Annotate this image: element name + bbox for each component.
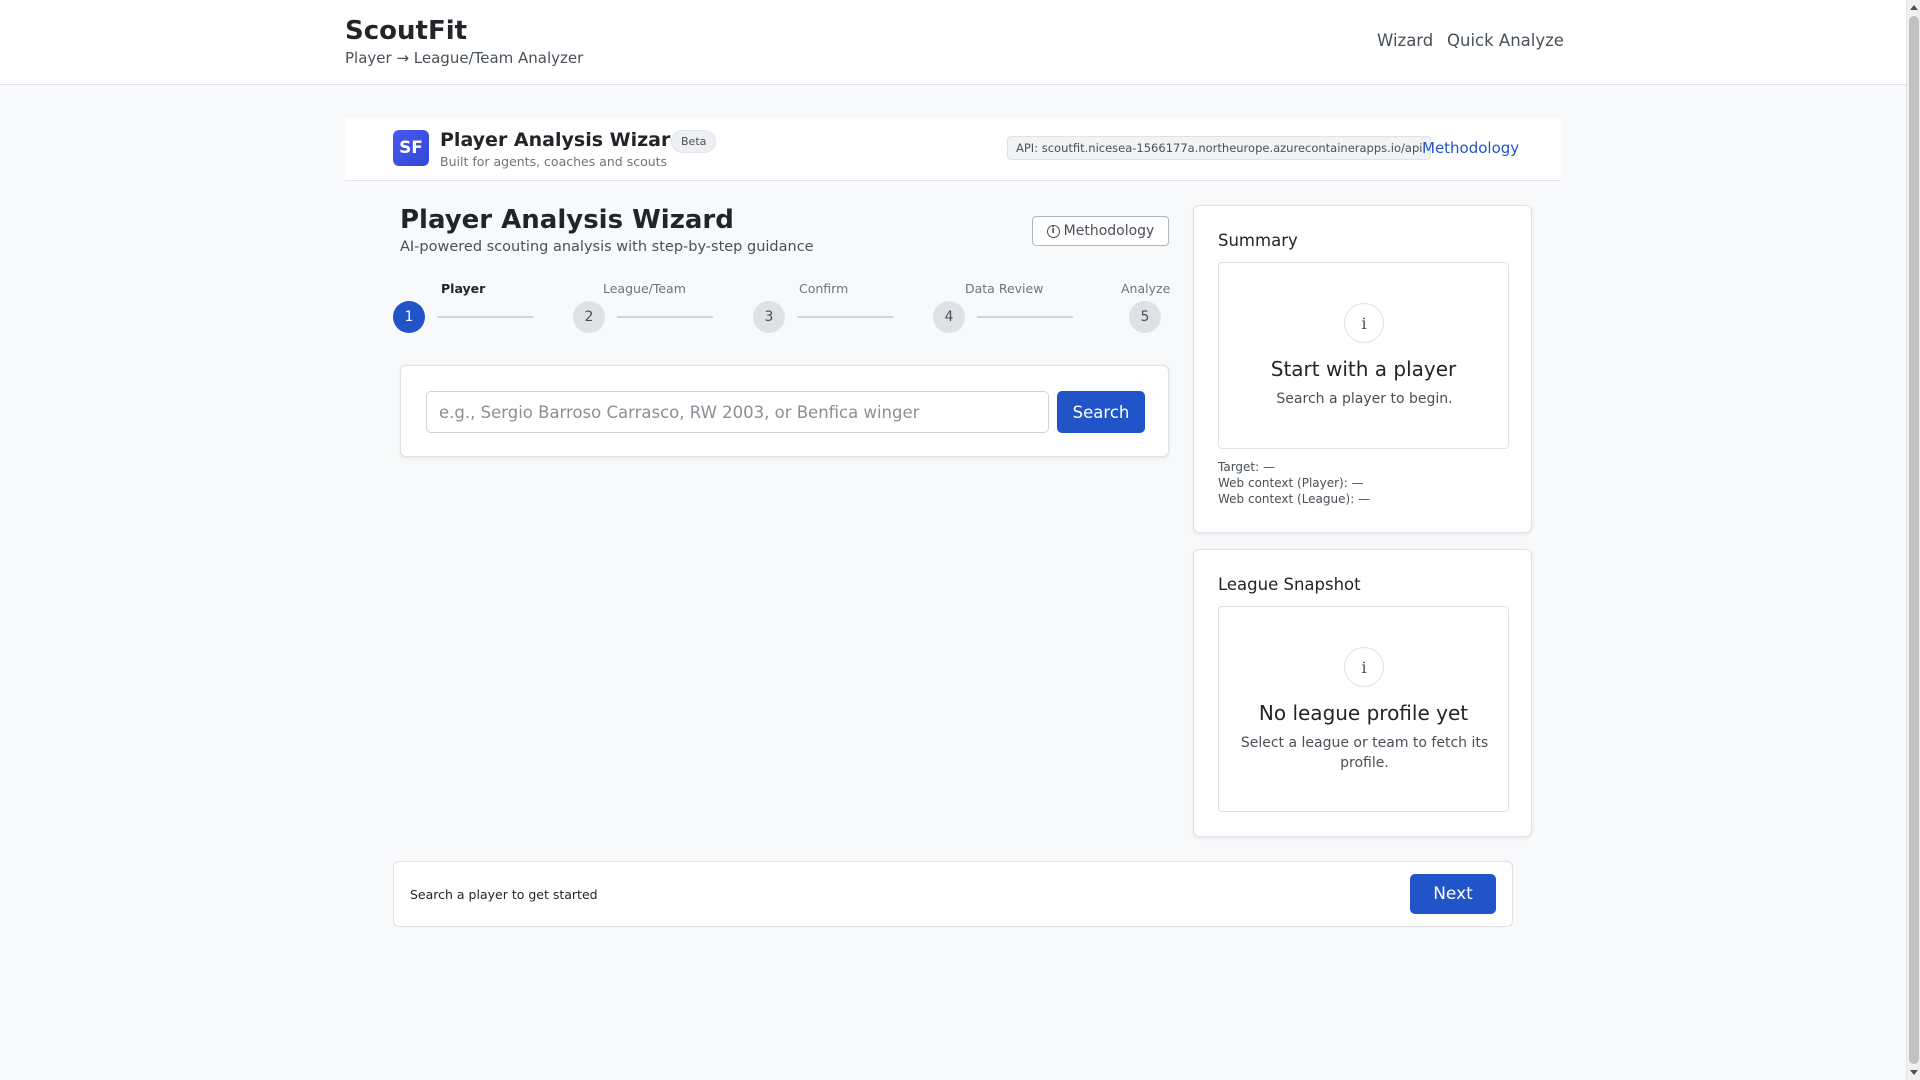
summary-title: Summary (1218, 231, 1298, 250)
wizard-footer-bar: Search a player to get started Next (393, 861, 1513, 927)
info-icon: i (1046, 224, 1060, 238)
summary-empty-description: Search a player to begin. (1276, 391, 1453, 407)
summary-web-context-league: Web context (League): — (1218, 492, 1371, 506)
step-label-player: Player (441, 281, 486, 296)
step-connector (437, 316, 533, 318)
wizard-header: SF Player Analysis Wizard Beta Built for… (345, 118, 1561, 181)
step-label-data-review: Data Review (965, 281, 1044, 296)
wizard-header-subtitle: Built for agents, coaches and scouts (440, 154, 668, 169)
league-snapshot-card: League Snapshot i No league profile yet … (1193, 549, 1532, 837)
league-empty-title: No league profile yet (1258, 701, 1469, 725)
player-search-card: Search (400, 365, 1169, 457)
wizard-header-title: Player Analysis Wizard (440, 129, 684, 151)
page-scrollbar[interactable] (1906, 0, 1920, 1080)
step-label-league-team: League/Team (603, 281, 686, 296)
page-title: Player Analysis Wizard (400, 205, 734, 235)
step-label-analyze: Analyze (1121, 281, 1171, 296)
scroll-up-arrow-icon[interactable] (1910, 5, 1918, 10)
step-connector (617, 316, 713, 318)
methodology-link[interactable]: Methodology (1422, 139, 1519, 157)
search-button[interactable]: Search (1057, 391, 1145, 433)
brand-title[interactable]: ScoutFit (345, 16, 467, 46)
summary-web-context-player: Web context (Player): — (1218, 476, 1364, 490)
step-1-circle[interactable]: 1 (393, 301, 425, 333)
page-subtitle: AI-powered scouting analysis with step-b… (400, 239, 814, 255)
methodology-button-label: Methodology (1063, 223, 1155, 239)
player-search-input[interactable] (426, 391, 1049, 433)
summary-empty-state: i Start with a player Search a player to… (1218, 262, 1509, 449)
step-2-circle[interactable]: 2 (573, 301, 605, 333)
api-endpoint-badge: API: scoutfit.nicesea-1566177a.northeuro… (1007, 136, 1432, 160)
summary-target: Target: — (1218, 460, 1275, 474)
brand-tagline: Player → League/Team Analyzer (345, 49, 584, 67)
logo-icon: SF (393, 130, 429, 166)
footer-status-text: Search a player to get started (410, 887, 598, 902)
scrollbar-thumb[interactable] (1909, 16, 1919, 1064)
step-label-confirm: Confirm (799, 281, 849, 296)
methodology-button[interactable]: i Methodology (1032, 216, 1169, 246)
app-viewport: ScoutFit Player → League/Team Analyzer W… (0, 0, 1906, 1080)
next-button[interactable]: Next (1410, 874, 1496, 914)
step-connector (977, 316, 1073, 318)
scroll-down-arrow-icon[interactable] (1910, 1070, 1918, 1075)
info-icon: i (1344, 303, 1384, 343)
top-navbar: ScoutFit Player → League/Team Analyzer W… (0, 0, 1906, 85)
nav-link-quick-analyze[interactable]: Quick Analyze (1447, 31, 1564, 50)
league-snapshot-title: League Snapshot (1218, 575, 1361, 594)
info-icon: i (1344, 647, 1384, 687)
beta-badge: Beta (671, 130, 717, 153)
step-4-circle[interactable]: 4 (933, 301, 965, 333)
step-5-circle[interactable]: 5 (1129, 301, 1161, 333)
summary-card: Summary i Start with a player Search a p… (1193, 205, 1532, 533)
step-3-circle[interactable]: 3 (753, 301, 785, 333)
step-connector (797, 316, 893, 318)
nav-link-wizard[interactable]: Wizard (1377, 31, 1433, 50)
league-empty-description: Select a league or team to fetch its pro… (1240, 735, 1489, 771)
summary-empty-title: Start with a player (1270, 357, 1457, 381)
league-empty-state: i No league profile yet Select a league … (1218, 606, 1509, 812)
